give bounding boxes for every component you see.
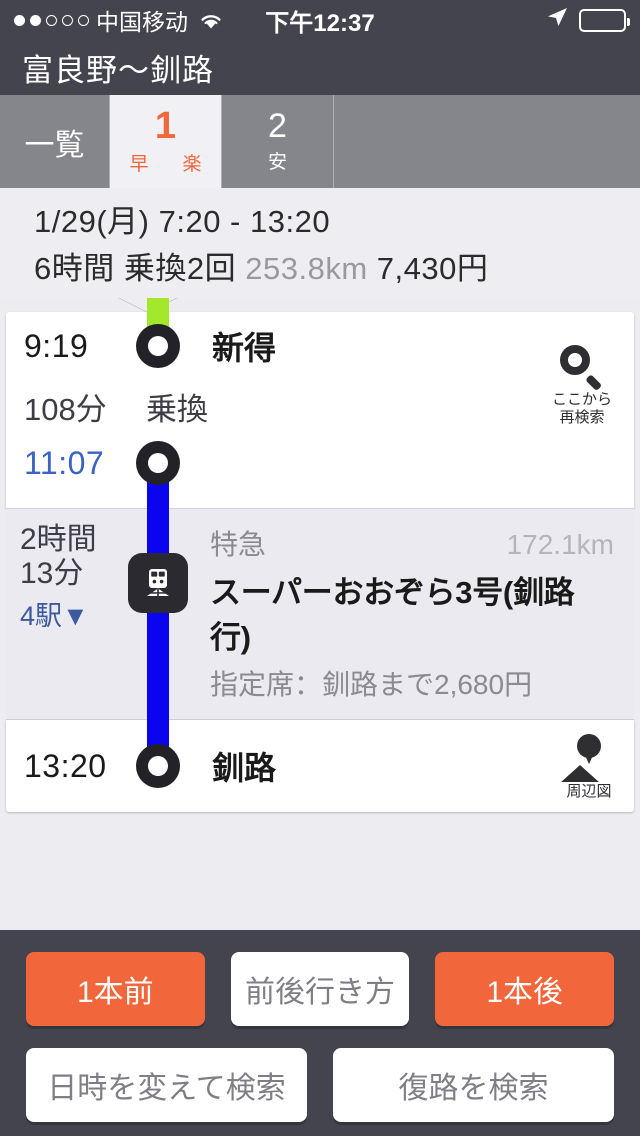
change-datetime-button[interactable]: 日時を変えて検索 <box>26 1048 307 1122</box>
route-detail: 9:19 新得 108分 乗換 11:07 ここから 再検索 2時間 13分 4… <box>0 298 640 812</box>
stop-arrival-time: 9:19 <box>24 327 89 364</box>
train-duration-minutes: 13分 <box>20 556 84 590</box>
tab-list-label: 一覧 <box>24 128 85 162</box>
tab-route-2-number: 2 <box>268 107 287 146</box>
stop-final-station: 釧路 <box>212 750 277 786</box>
route-tab-bar: 一覧 1 早 楽 2 安 <box>0 95 640 188</box>
research-caption-line2: 再検索 <box>559 408 605 426</box>
station-marker <box>136 324 180 368</box>
around-routes-button[interactable]: 前後行き方 <box>230 952 410 1026</box>
bottom-action-bar: 1本前 前後行き方 1本後 日時を変えて検索 復路を検索 <box>0 930 640 1136</box>
train-kind-row: 特急 172.1km <box>210 523 614 563</box>
summary-distance: 253.8km <box>245 251 368 286</box>
bottom-button-row-1: 1本前 前後行き方 1本後 <box>26 952 615 1026</box>
status-bar-left: 中国移动 <box>14 3 224 37</box>
stop-final-time: 13:20 <box>24 747 107 784</box>
stop-departure[interactable]: 11:07 <box>6 432 634 494</box>
train-duration-hours: 2時間 <box>20 523 97 556</box>
tab-route-2-badge-cheap: 安 <box>267 151 287 173</box>
title-bar: 富良野〜釧路 <box>0 40 640 95</box>
transfer-card: 9:19 新得 108分 乗換 11:07 ここから 再検索 <box>6 298 634 522</box>
research-from-here-button[interactable]: ここから 再検索 <box>552 344 612 426</box>
tab-route-1[interactable]: 1 早 楽 <box>110 95 222 188</box>
train-leg-inner: 2時間 13分 4駅▼ 特急 172.1km スーパーおおぞら3号(釧路行) 指… <box>6 509 634 719</box>
train-kind: 特急 <box>210 529 267 560</box>
summary-details: 6時間 乗換2回 253.8km 7,430円 <box>34 243 640 288</box>
train-leg[interactable]: 2時間 13分 4駅▼ 特急 172.1km スーパーおおぞら3号(釧路行) 指… <box>6 508 634 720</box>
app-root: 中国移动 下午12:37 富良野〜釧路 一覧 1 早 楽 2 安 1/29(月)… <box>0 0 640 1136</box>
previous-train-button[interactable]: 1本前 <box>26 952 205 1026</box>
transfer-minutes: 108分 <box>24 391 107 427</box>
area-map-label: 周辺図 <box>566 783 612 800</box>
research-caption-line1: ここから <box>551 391 612 408</box>
tab-bar-filler <box>334 95 640 188</box>
tab-list[interactable]: 一覧 <box>0 95 110 188</box>
map-pin-icon <box>561 734 612 782</box>
summary-transfers: 乗換2回 <box>123 251 237 286</box>
train-icon <box>128 553 188 613</box>
tab-route-1-badge-fast: 早 <box>129 153 149 175</box>
station-marker <box>136 441 180 485</box>
tab-route-2[interactable]: 2 安 <box>222 95 334 188</box>
transfer-row: 108分 乗換 <box>6 380 634 432</box>
stop-arrival[interactable]: 9:19 新得 <box>6 312 634 380</box>
route-line-blue <box>147 509 169 719</box>
arrival-card: 13:20 釧路 周辺図 <box>6 718 634 812</box>
location-arrow-icon <box>545 5 569 35</box>
search-return-button[interactable]: 復路を検索 <box>333 1048 614 1122</box>
train-leg-info: 特急 172.1km スーパーおおぞら3号(釧路行) 指定席：釧路まで2,680… <box>210 523 634 703</box>
carrier-label: 中国移动 <box>96 9 188 35</box>
stop-departure-time: 11:07 <box>24 444 105 481</box>
summary-fare: 7,430円 <box>376 251 489 286</box>
bottom-button-row-2: 日時を変えて検索 復路を検索 <box>26 1048 614 1122</box>
tab-route-1-badge-easy: 楽 <box>182 153 202 175</box>
train-stations-toggle[interactable]: 4駅▼ <box>20 594 89 633</box>
station-marker <box>136 744 180 788</box>
status-bar: 中国移动 下午12:37 <box>0 0 640 40</box>
wifi-icon <box>198 10 224 30</box>
tab-route-1-number: 1 <box>154 105 177 148</box>
train-fare-note: 指定席：釧路まで2,680円 <box>210 669 533 700</box>
page-title: 富良野〜釧路 <box>22 53 214 88</box>
area-map-button[interactable]: 周辺図 <box>561 734 612 800</box>
summary-datetime: 1/29(月) 7:20 - 13:20 <box>34 204 331 239</box>
battery-icon <box>579 8 630 32</box>
stop-final[interactable]: 13:20 釧路 <box>6 720 634 812</box>
status-bar-right <box>545 5 630 35</box>
train-distance: 172.1km <box>506 529 614 560</box>
train-leg-duration-block: 2時間 13分 4駅▼ <box>6 523 130 703</box>
stop-arrival-station: 新得 <box>212 330 277 366</box>
next-train-button[interactable]: 1本後 <box>435 952 615 1026</box>
signal-strength-dots <box>14 14 89 26</box>
transfer-label: 乗換 <box>146 391 208 427</box>
train-name: スーパーおおぞら3号(釧路行) <box>210 575 575 655</box>
route-summary[interactable]: 1/29(月) 7:20 - 13:20 6時間 乗換2回 253.8km 7,… <box>0 188 640 312</box>
search-icon <box>559 344 605 392</box>
summary-duration: 6時間 <box>34 251 115 286</box>
